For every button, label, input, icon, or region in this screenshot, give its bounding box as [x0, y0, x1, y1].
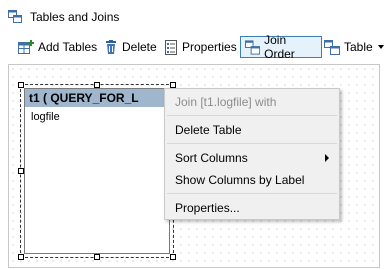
join-order-label: Join Order [264, 33, 295, 61]
join-order-button[interactable]: Join Order [240, 33, 322, 61]
chevron-down-icon [377, 45, 384, 49]
resize-handle[interactable] [94, 254, 100, 260]
menu-separator [167, 115, 337, 116]
add-tables-label: Add Tables [38, 40, 98, 54]
tables-joins-icon [8, 10, 22, 23]
properties-label: Properties [182, 40, 237, 54]
resize-handle[interactable] [18, 82, 24, 88]
resize-handle[interactable] [170, 254, 176, 260]
submenu-arrow-icon [325, 154, 329, 162]
menu-separator [167, 193, 337, 194]
menu-item-show-columns-by-label[interactable]: Show Columns by Label [175, 173, 304, 187]
toolbar: Add Tables Delete Properties Join Order … [0, 33, 388, 61]
properties-button[interactable]: Properties [164, 36, 237, 58]
table-dropdown-button[interactable]: Table [324, 36, 388, 58]
delete-label: Delete [122, 40, 157, 54]
resize-handle[interactable] [18, 168, 24, 174]
menu-item-sort-columns[interactable]: Sort Columns [175, 151, 248, 165]
table-icon [324, 39, 340, 55]
add-tables-icon [18, 39, 34, 54]
menu-item-delete-table[interactable]: Delete Table [175, 123, 242, 137]
delete-button[interactable]: Delete [104, 36, 157, 58]
trash-icon [106, 39, 116, 54]
menu-item-properties[interactable]: Properties... [175, 201, 240, 215]
window-title: Tables and Joins [30, 10, 120, 24]
menu-item-join: Join [t1.logfile] with [175, 95, 277, 109]
resize-handle[interactable] [94, 82, 100, 88]
selection-outline [20, 84, 174, 258]
properties-icon [165, 39, 177, 55]
window-titlebar: Tables and Joins [0, 0, 388, 32]
join-order-icon [245, 39, 261, 55]
add-tables-button[interactable]: Add Tables [18, 36, 97, 58]
table-label: Table [344, 40, 373, 54]
menu-separator [167, 143, 337, 144]
resize-handle[interactable] [18, 254, 24, 260]
context-menu: Join [t1.logfile] with Delete Table Sort… [164, 88, 340, 220]
